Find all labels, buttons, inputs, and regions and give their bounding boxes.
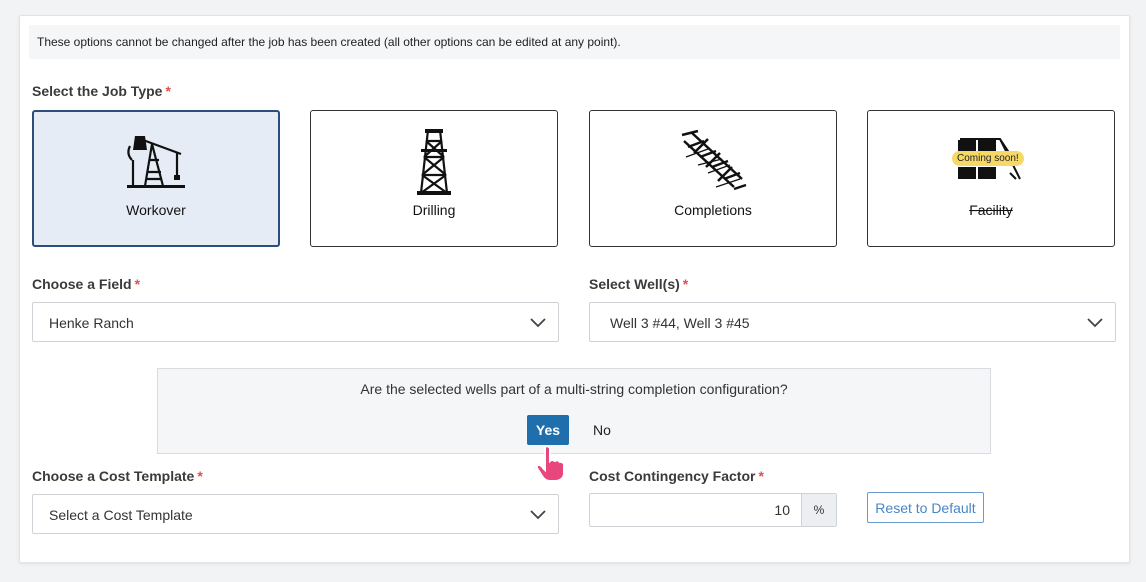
- drilling-rig-icon: [417, 129, 451, 195]
- tile-label-facility: Facility: [969, 202, 1013, 218]
- wells-label-text: Select Well(s): [589, 276, 680, 292]
- chevron-down-icon: [530, 510, 546, 520]
- field-label: Choose a Field *: [32, 276, 140, 292]
- job-setup-card: These options cannot be changed after th…: [19, 15, 1130, 563]
- multi-string-panel: Are the selected wells part of a multi-s…: [157, 368, 991, 454]
- field-select[interactable]: Henke Ranch: [32, 302, 559, 342]
- no-button[interactable]: No: [584, 415, 620, 445]
- completions-icon: [681, 129, 747, 191]
- field-label-text: Choose a Field: [32, 276, 132, 292]
- notice-banner: These options cannot be changed after th…: [29, 25, 1120, 59]
- cost-template-placeholder: Select a Cost Template: [49, 507, 193, 523]
- job-type-workover[interactable]: Workover: [32, 110, 280, 247]
- percent-addon: %: [801, 494, 836, 526]
- cost-template-label: Choose a Cost Template *: [32, 468, 203, 484]
- required-mark: *: [682, 276, 689, 292]
- required-mark: *: [758, 468, 764, 484]
- yes-button[interactable]: Yes: [527, 415, 569, 445]
- required-mark: *: [165, 83, 171, 99]
- coming-soon-badge: Coming soon!: [952, 151, 1024, 166]
- chevron-down-icon: [1087, 318, 1103, 328]
- contingency-label: Cost Contingency Factor *: [589, 468, 764, 484]
- job-type-drilling[interactable]: Drilling: [310, 110, 558, 247]
- multi-string-question: Are the selected wells part of a multi-s…: [360, 381, 788, 397]
- job-type-facility: Coming soon! Facility: [867, 110, 1115, 247]
- pointer-hand-icon: [535, 445, 565, 482]
- cost-template-label-text: Choose a Cost Template: [32, 468, 195, 484]
- reset-to-default-button[interactable]: Reset to Default: [867, 492, 984, 523]
- wells-label: Select Well(s) *: [589, 276, 688, 292]
- contingency-field: %: [589, 493, 837, 527]
- tile-label-completions: Completions: [674, 202, 752, 218]
- job-type-label: Select the Job Type *: [32, 83, 171, 99]
- wells-select[interactable]: Well 3 #44, Well 3 #45: [589, 302, 1116, 342]
- pumpjack-icon: [127, 136, 185, 188]
- job-type-completions[interactable]: Completions: [589, 110, 837, 247]
- chevron-down-icon: [530, 318, 546, 328]
- tile-label-drilling: Drilling: [412, 202, 456, 218]
- field-select-value: Henke Ranch: [49, 315, 134, 331]
- cost-template-select[interactable]: Select a Cost Template: [32, 494, 559, 534]
- contingency-input[interactable]: [590, 494, 802, 526]
- job-type-label-text: Select the Job Type: [32, 83, 163, 99]
- wells-select-value: Well 3 #44, Well 3 #45: [610, 315, 750, 331]
- required-mark: *: [134, 276, 141, 292]
- tile-label-workover: Workover: [126, 202, 186, 218]
- contingency-label-text: Cost Contingency Factor: [589, 468, 756, 484]
- required-mark: *: [197, 468, 203, 484]
